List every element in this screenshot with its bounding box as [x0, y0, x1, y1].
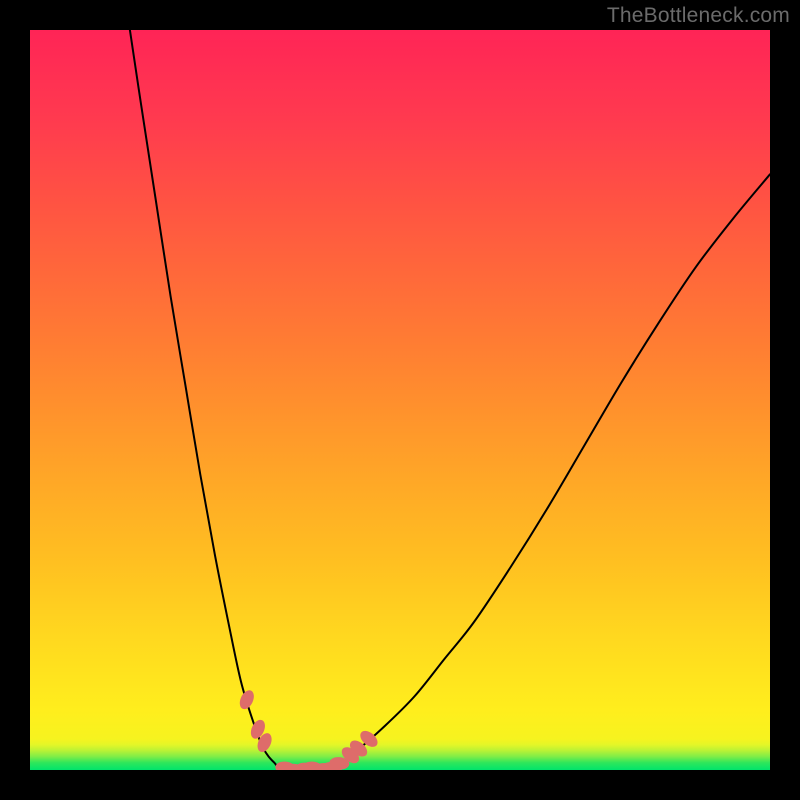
curves-layer — [130, 30, 770, 770]
chart-frame: TheBottleneck.com — [0, 0, 800, 800]
markers-layer — [237, 688, 381, 770]
plot-area — [30, 30, 770, 770]
chart-svg — [30, 30, 770, 770]
bottleneck-curve — [130, 30, 770, 770]
watermark-text: TheBottleneck.com — [607, 4, 790, 28]
data-marker — [237, 688, 257, 711]
